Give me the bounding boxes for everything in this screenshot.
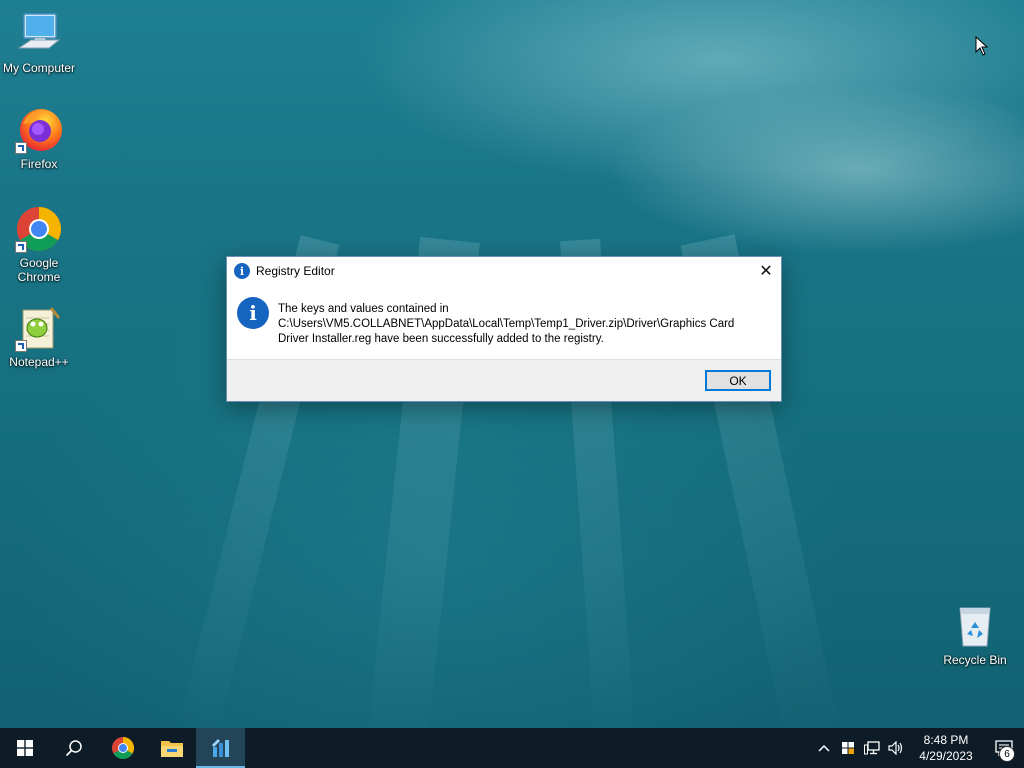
notepadpp-icon [15,304,63,352]
taskbar: 8:48 PM 4/29/2023 6 [0,728,1024,768]
clock-date: 4/29/2023 [919,749,973,763]
clock-time: 8:48 PM [923,733,969,747]
clock[interactable]: 8:48 PM 4/29/2023 [908,732,984,764]
desktop-icon-my-computer[interactable]: My Computer [1,10,77,75]
file-explorer-icon [160,741,183,757]
show-hidden-icons-button[interactable] [812,728,836,768]
search-button[interactable] [49,728,98,768]
desktop-icon-label: Google Chrome [17,256,61,284]
desktop-icon-label: Recycle Bin [943,653,1007,667]
start-icon [16,740,33,756]
registry-editor-dialog: i Registry Editor ✕ i The keys and value… [226,256,782,402]
message-line: The keys and values contained in [278,303,449,315]
message-line: C:\Users\VM5.COLLABNET\AppData\Local\Tem… [278,318,735,330]
close-button[interactable]: ✕ [751,257,781,285]
shortcut-arrow-icon [15,340,27,352]
dialog-title: Registry Editor [256,264,335,278]
shortcut-arrow-icon [15,241,27,253]
desktop-icon-firefox[interactable]: Firefox [1,106,77,171]
desktop-icon-label: Notepad++ [9,355,69,369]
dialog-message: The keys and values contained in C:\User… [278,302,773,347]
network-icon[interactable] [860,728,884,768]
search-icon [65,740,82,757]
taskbar-chrome[interactable] [98,728,147,768]
desktop-icon-label: Firefox [20,157,58,171]
registry-editor-icon [211,739,229,757]
ok-button[interactable]: OK [705,370,771,391]
shortcut-arrow-icon [15,142,27,154]
mouse-cursor-icon [975,35,989,61]
info-icon: i [234,263,250,279]
desktop-icon-chrome[interactable]: Google Chrome [1,205,77,284]
dialog-footer: OK [227,359,781,401]
action-center-button[interactable]: 6 [984,728,1024,768]
volume-icon[interactable] [884,728,908,768]
dialog-titlebar[interactable]: i Registry Editor ✕ [227,257,781,285]
desktop-icon-label: My Computer [2,61,76,75]
firefox-icon [15,106,63,154]
chevron-up-icon [818,744,830,752]
desktop-background: My Computer Firefox Google Chrome Notepa… [0,0,1024,768]
taskbar-registry-editor[interactable] [196,728,245,768]
windows-security-icon[interactable] [836,728,860,768]
start-button[interactable] [0,728,49,768]
desktop-icon-recycle-bin[interactable]: Recycle Bin [937,602,1013,667]
computer-icon [15,10,63,58]
system-tray: 8:48 PM 4/29/2023 6 [812,728,1024,768]
taskbar-file-explorer[interactable] [147,728,196,768]
notification-count-badge: 6 [999,746,1015,762]
desktop-icon-notepadpp[interactable]: Notepad++ [1,304,77,369]
info-icon: i [237,297,269,329]
recycle-bin-icon [951,602,999,650]
dialog-body: i The keys and values contained in C:\Us… [227,285,781,360]
chrome-icon [15,205,63,253]
message-line: Driver Installer.reg have been successfu… [278,333,604,345]
chrome-icon [111,737,134,759]
